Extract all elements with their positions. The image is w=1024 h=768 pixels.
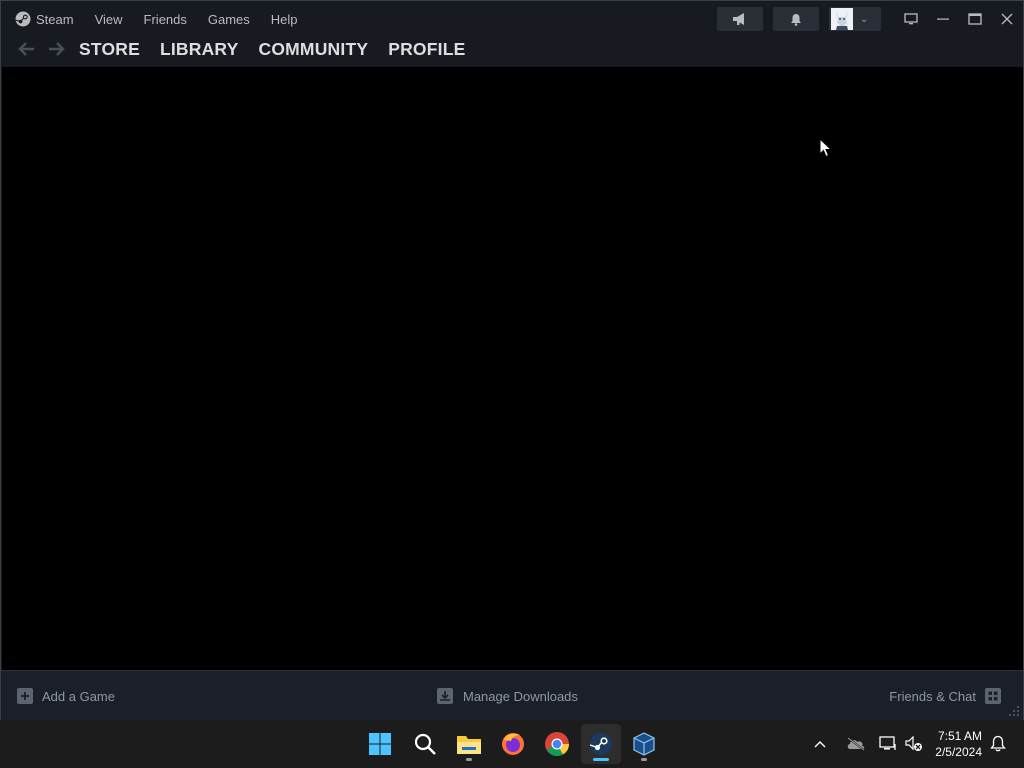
network-icon — [879, 736, 896, 750]
menu-games[interactable]: Games — [208, 12, 250, 27]
file-explorer-icon — [457, 736, 481, 754]
start-button[interactable] — [360, 724, 400, 764]
clock-time: 7:51 AM — [937, 729, 982, 743]
forward-button[interactable] — [46, 38, 68, 60]
nav-bar: STORE LIBRARY COMMUNITY PROFILE — [1, 31, 1023, 67]
add-game-label: Add a Game — [42, 688, 115, 704]
search-icon — [414, 733, 436, 755]
virtualbox-button[interactable] — [624, 724, 664, 764]
nav-store[interactable]: STORE — [79, 39, 140, 60]
steam-window: Steam View Friends Games Help ⌄ STORE LI… — [0, 0, 1024, 720]
onedrive-offline-icon — [847, 737, 865, 751]
menu-help[interactable]: Help — [271, 12, 298, 27]
steam-logo-icon — [15, 11, 31, 27]
chevron-down-icon: ⌄ — [860, 13, 869, 25]
bell-icon — [990, 735, 1006, 752]
steam-icon — [589, 733, 612, 755]
file-explorer-button[interactable] — [449, 724, 489, 764]
running-indicator — [466, 758, 472, 761]
manage-downloads-label: Manage Downloads — [463, 688, 578, 704]
notification-center-button[interactable] — [990, 735, 1006, 757]
nav-profile[interactable]: PROFILE — [388, 39, 465, 60]
firefox-icon — [502, 733, 524, 755]
download-icon — [437, 688, 453, 704]
search-button[interactable] — [405, 724, 445, 764]
resize-grip-icon[interactable] — [1008, 705, 1020, 717]
menu-friends[interactable]: Friends — [144, 12, 187, 27]
menu-friends-label: Friends — [143, 11, 187, 27]
system-tray — [810, 720, 926, 768]
network-button[interactable] — [874, 736, 902, 752]
avatar-image-icon — [831, 8, 853, 30]
chevron-up-icon — [814, 741, 826, 748]
back-button[interactable] — [15, 38, 37, 60]
friends-chat-label: Friends & Chat — [889, 688, 976, 704]
arrow-left-icon — [18, 42, 34, 56]
announcements-button[interactable] — [717, 7, 763, 31]
taskbar: 7:51 AM 2/5/2024 — [0, 720, 1024, 768]
virtualbox-icon — [633, 732, 655, 756]
plus-icon — [17, 688, 33, 704]
bell-icon — [791, 13, 801, 26]
maximize-icon — [968, 13, 982, 25]
menu-steam[interactable]: Steam — [15, 11, 74, 27]
menu-view-label: View — [94, 11, 123, 27]
main-content[interactable] — [2, 67, 1023, 670]
nav-library[interactable]: LIBRARY — [160, 39, 239, 60]
arrow-right-icon — [49, 42, 65, 56]
firefox-button[interactable] — [493, 724, 533, 764]
running-indicator — [641, 758, 647, 761]
menu-steam-label: Steam — [36, 11, 74, 27]
close-icon — [1001, 13, 1013, 25]
add-game-button[interactable]: Add a Game — [17, 671, 115, 721]
volume-button[interactable] — [902, 736, 926, 752]
menu-games-label: Games — [207, 11, 250, 27]
account-menu-button[interactable]: ⌄ — [829, 7, 881, 31]
speaker-muted-icon — [905, 736, 922, 751]
friends-chat-button[interactable]: Friends & Chat — [889, 671, 1001, 721]
mouse-cursor-icon — [819, 138, 833, 158]
monitor-icon — [904, 13, 918, 25]
minimize-icon — [937, 18, 949, 20]
start-icon — [369, 733, 391, 755]
menu-view[interactable]: View — [95, 12, 123, 27]
clock[interactable]: 7:51 AM 2/5/2024 — [935, 728, 982, 760]
chrome-button[interactable] — [537, 724, 577, 764]
running-indicator — [593, 758, 609, 761]
onedrive-button[interactable] — [840, 737, 872, 751]
megaphone-icon — [733, 13, 744, 25]
nav-community[interactable]: COMMUNITY — [259, 39, 369, 60]
steam-taskbar-button[interactable] — [581, 724, 621, 764]
chrome-icon — [545, 732, 569, 757]
avatar — [831, 8, 853, 30]
show-hidden-icons-button[interactable] — [810, 740, 830, 748]
friends-icon — [985, 688, 1001, 704]
menu-help-label: Help — [270, 11, 298, 27]
notifications-button[interactable] — [773, 7, 819, 31]
clock-date: 2/5/2024 — [935, 745, 982, 759]
manage-downloads-button[interactable]: Manage Downloads — [437, 671, 578, 721]
bottom-bar: Add a Game Manage Downloads Friends & Ch… — [1, 670, 1023, 720]
